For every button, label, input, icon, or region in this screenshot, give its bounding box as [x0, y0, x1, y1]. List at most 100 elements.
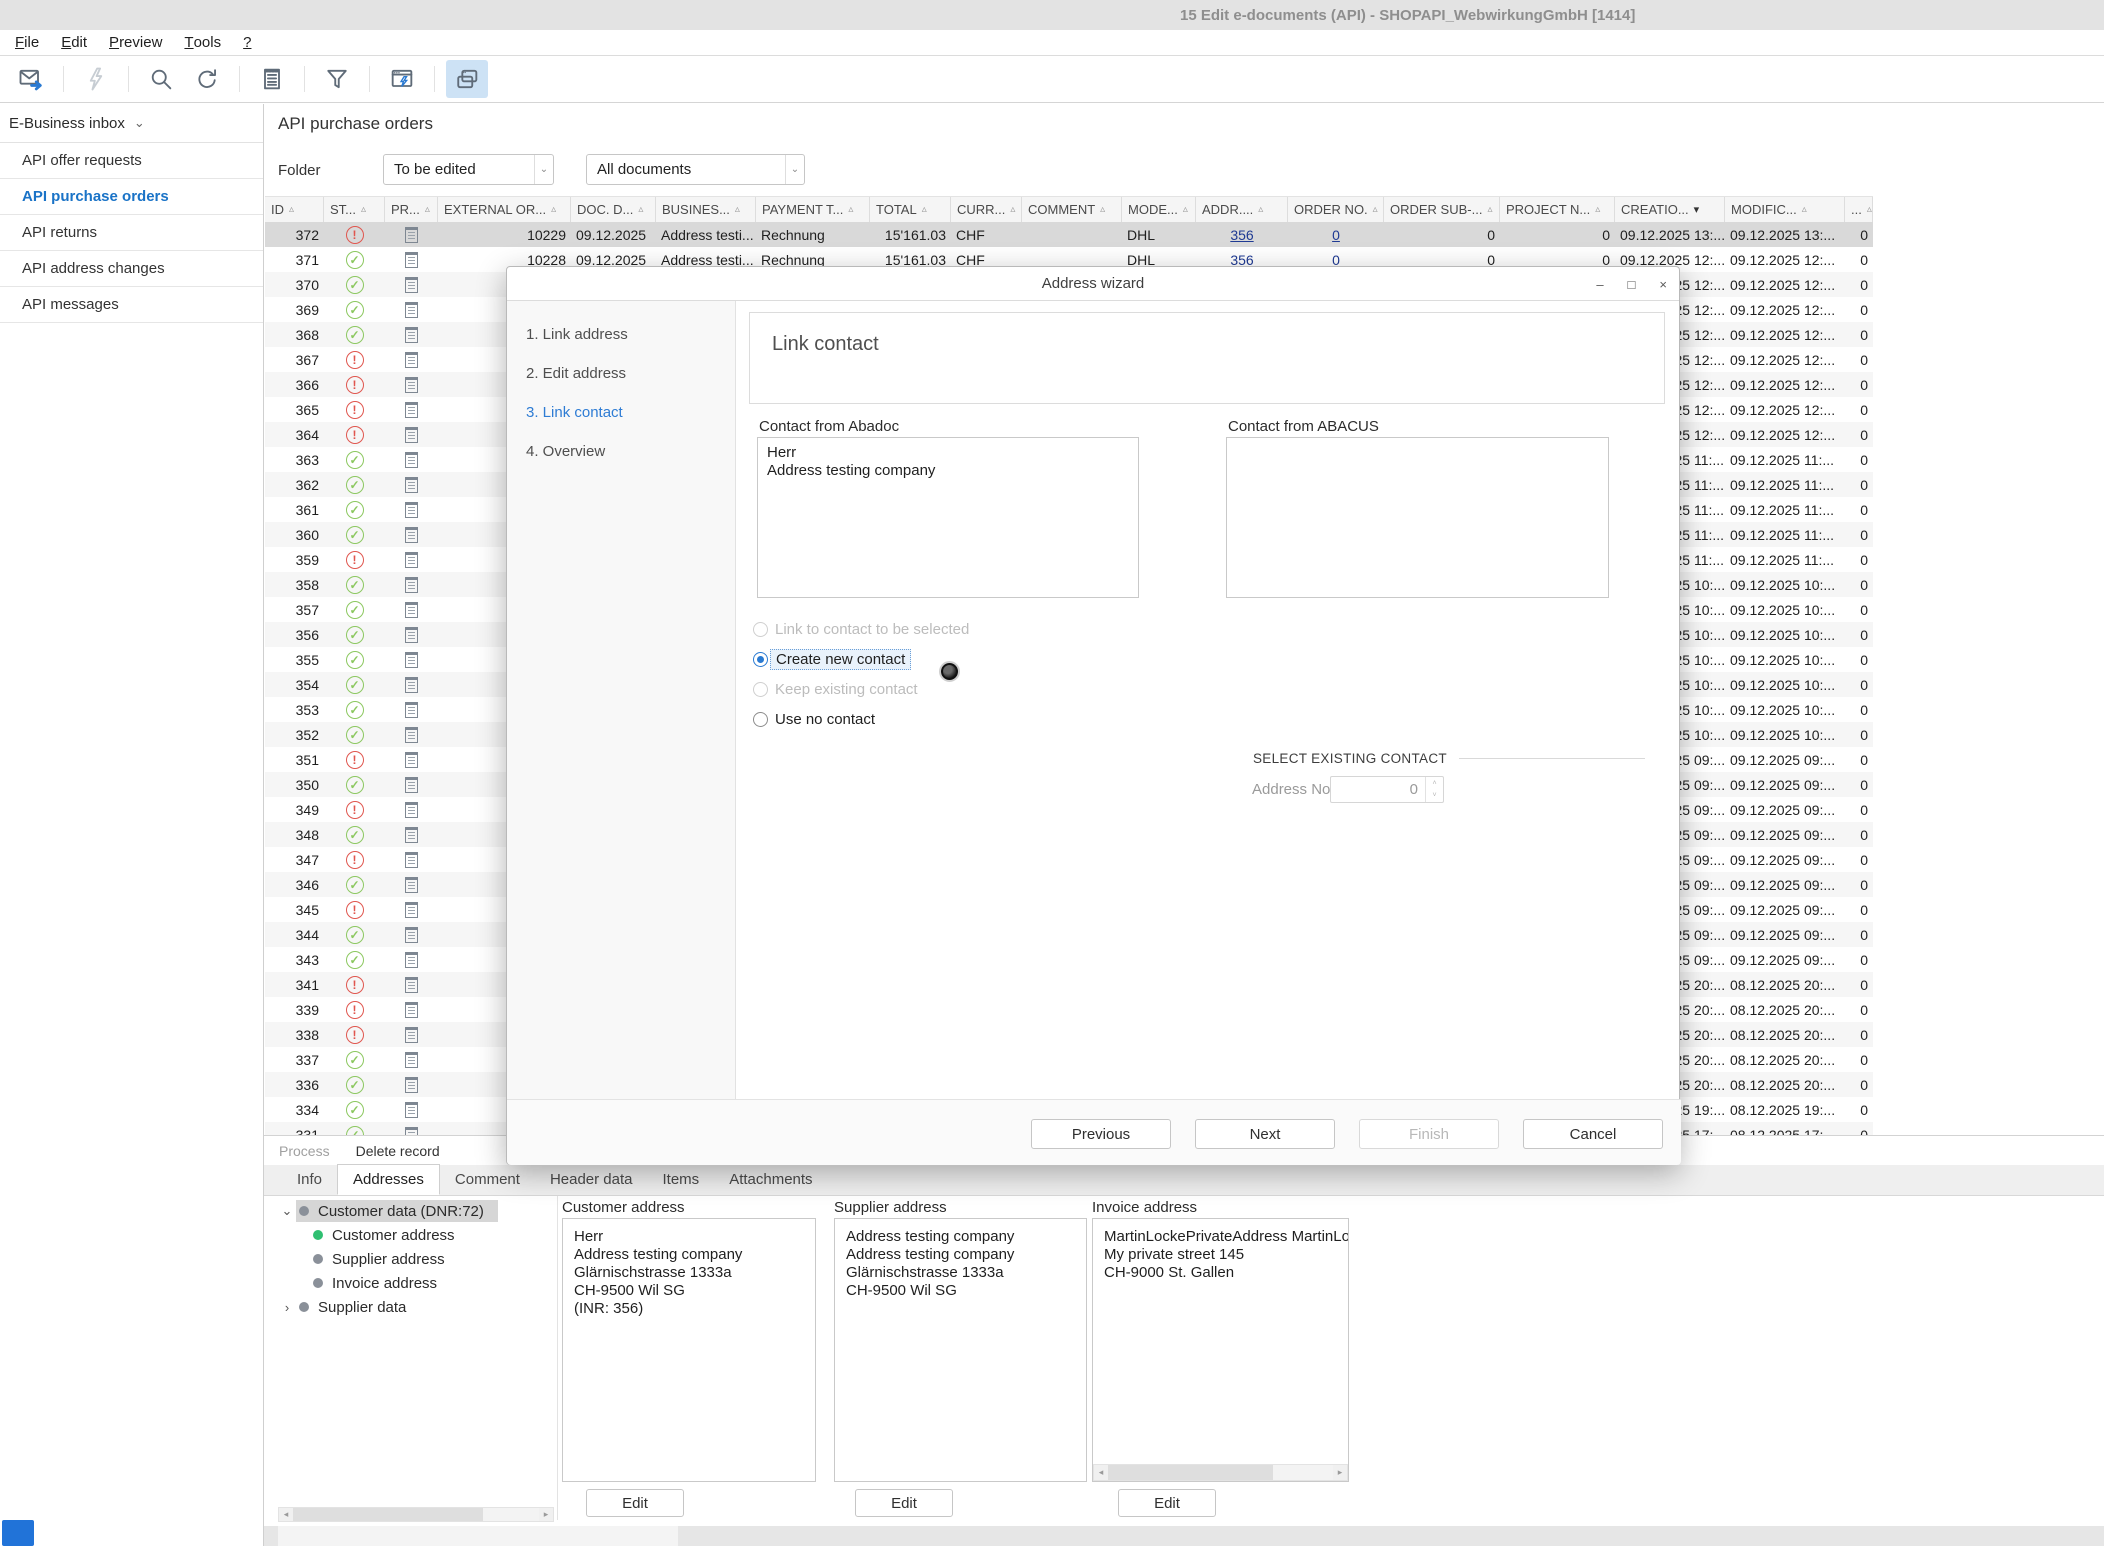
document-preview-icon[interactable]: [405, 276, 418, 293]
column-header-modified[interactable]: MODIFIC... ▵: [1725, 197, 1845, 222]
column-header-order_sub[interactable]: ORDER SUB-... ▵: [1384, 197, 1500, 222]
tab-header-data[interactable]: Header data: [535, 1164, 648, 1195]
sidebar-item-api-messages[interactable]: API messages: [0, 287, 263, 323]
document-preview-icon[interactable]: [405, 1126, 418, 1135]
tree-horizontal-scrollbar[interactable]: ◂ ▸: [278, 1507, 554, 1522]
window-bottom-scrollbar[interactable]: [264, 1526, 2104, 1546]
document-preview-icon[interactable]: [405, 601, 418, 618]
document-preview-icon[interactable]: [405, 626, 418, 643]
tab-info[interactable]: Info: [282, 1164, 337, 1195]
column-header-addr[interactable]: ADDR.... ▵: [1196, 197, 1288, 222]
contact-list-item[interactable]: Address testing company: [767, 462, 1129, 480]
customer-address-box[interactable]: Herr Address testing company Glärnischstra…: [562, 1218, 816, 1482]
delete-record-button[interactable]: Delete record: [356, 1143, 440, 1159]
menu-edit[interactable]: Edit: [50, 30, 98, 55]
document-preview-icon[interactable]: [405, 251, 418, 268]
tab-addresses[interactable]: Addresses: [337, 1164, 440, 1195]
document-preview-icon[interactable]: [405, 776, 418, 793]
document-preview-icon[interactable]: [405, 1101, 418, 1118]
document-preview-icon[interactable]: [405, 326, 418, 343]
document-preview-icon[interactable]: [405, 651, 418, 668]
document-preview-icon[interactable]: [405, 701, 418, 718]
document-preview-icon[interactable]: [405, 301, 418, 318]
chevron-down-icon[interactable]: ⌄: [278, 1203, 296, 1219]
document-preview-icon[interactable]: [405, 376, 418, 393]
column-header-business[interactable]: BUSINES... ▵: [656, 197, 756, 222]
abadoc-contact-list[interactable]: Herr Address testing company: [757, 437, 1139, 598]
column-header-id[interactable]: ID ▵: [265, 197, 324, 222]
scrollbar-thumb[interactable]: [278, 1526, 678, 1546]
table-row-372[interactable]: 372! 10229 09.12.2025 Address testi... Rechn…: [265, 222, 1873, 247]
sidebar-item-api-returns[interactable]: API returns: [0, 215, 263, 251]
document-preview-icon[interactable]: [405, 801, 418, 818]
window-lightning-icon-button[interactable]: [381, 60, 423, 98]
scroll-left-icon[interactable]: ◂: [1094, 1465, 1108, 1480]
column-header-mode[interactable]: MODE... ▵: [1122, 197, 1196, 222]
tree-node-customer-address[interactable]: Customer address: [278, 1223, 552, 1247]
document-preview-icon[interactable]: [405, 576, 418, 593]
folder-select[interactable]: To be edited ⌄: [383, 154, 554, 185]
column-header-comment[interactable]: COMMENT ▵: [1022, 197, 1122, 222]
supplier-edit-button[interactable]: Edit: [855, 1489, 953, 1517]
minimize-icon[interactable]: –: [1596, 277, 1603, 292]
document-preview-icon[interactable]: [405, 526, 418, 543]
sidebar-header[interactable]: E-Business inbox ⌄: [0, 104, 263, 143]
document-list-icon-button[interactable]: [251, 60, 293, 98]
sidebar-item-api-address-changes[interactable]: API address changes: [0, 251, 263, 287]
scroll-left-icon[interactable]: ◂: [279, 1508, 293, 1521]
tree-node-invoice-address[interactable]: Invoice address: [278, 1271, 552, 1295]
tree-node-customer-data-dnr-72-[interactable]: ⌄ Customer data (DNR:72): [278, 1199, 552, 1223]
document-preview-icon[interactable]: [405, 951, 418, 968]
wizard-step-1[interactable]: 1. Link address: [507, 315, 735, 354]
previous-button[interactable]: Previous: [1031, 1119, 1171, 1149]
document-preview-icon[interactable]: [405, 451, 418, 468]
cancel-button[interactable]: Cancel: [1523, 1119, 1663, 1149]
menu-preview[interactable]: Preview: [98, 30, 173, 55]
invoice-edit-button[interactable]: Edit: [1118, 1489, 1216, 1517]
documents-select[interactable]: All documents ⌄: [586, 154, 805, 185]
column-header-created[interactable]: CREATIO... ▾: [1615, 197, 1725, 222]
sidebar-item-api-purchase-orders[interactable]: API purchase orders: [0, 179, 263, 215]
close-icon[interactable]: ×: [1659, 277, 1667, 292]
document-preview-icon[interactable]: [405, 1051, 418, 1068]
column-header-order_no[interactable]: ORDER NO. ▵: [1288, 197, 1384, 222]
search-icon-button[interactable]: [140, 60, 182, 98]
document-preview-icon[interactable]: [405, 1026, 418, 1043]
customer-edit-button[interactable]: Edit: [586, 1489, 684, 1517]
document-preview-icon[interactable]: [405, 476, 418, 493]
send-mail-icon-button[interactable]: [10, 60, 52, 98]
next-button[interactable]: Next: [1195, 1119, 1335, 1149]
document-preview-icon[interactable]: [405, 976, 418, 993]
document-preview-icon[interactable]: [405, 876, 418, 893]
document-preview-icon[interactable]: [405, 851, 418, 868]
menu-file[interactable]: File: [4, 30, 50, 55]
order-link[interactable]: 0: [1332, 227, 1340, 243]
refresh-icon-button[interactable]: [186, 60, 228, 98]
column-header-payment[interactable]: PAYMENT T... ▵: [756, 197, 870, 222]
radio-use-no-contact[interactable]: Use no contact: [753, 711, 969, 728]
window-stack-icon-button[interactable]: [446, 60, 488, 98]
column-header-total[interactable]: TOTAL ▵: [870, 197, 951, 222]
document-preview-icon[interactable]: [405, 551, 418, 568]
supplier-address-box[interactable]: Address testing company Address testing c…: [834, 1218, 1087, 1482]
document-preview-icon[interactable]: [405, 1076, 418, 1093]
column-header-pr[interactable]: PR... ▵: [385, 197, 438, 222]
column-header-status[interactable]: ST... ▵: [324, 197, 385, 222]
document-preview-icon[interactable]: [405, 676, 418, 693]
contact-list-item[interactable]: Herr: [767, 444, 1129, 462]
scroll-right-icon[interactable]: ▸: [539, 1508, 553, 1521]
document-preview-icon[interactable]: [405, 726, 418, 743]
tree-node-supplier-data[interactable]: › Supplier data: [278, 1295, 552, 1319]
tree-node-supplier-address[interactable]: Supplier address: [278, 1247, 552, 1271]
document-preview-icon[interactable]: [405, 926, 418, 943]
maximize-icon[interactable]: □: [1628, 277, 1636, 292]
document-preview-icon[interactable]: [405, 501, 418, 518]
radio-create-new-contact[interactable]: Create new contact: [753, 649, 969, 670]
chevron-right-icon[interactable]: ›: [278, 1300, 296, 1315]
document-preview-icon[interactable]: [405, 401, 418, 418]
wizard-step-2[interactable]: 2. Edit address: [507, 354, 735, 393]
tab-comment[interactable]: Comment: [440, 1164, 535, 1195]
document-preview-icon[interactable]: [405, 1001, 418, 1018]
scrollbar-thumb[interactable]: [1108, 1465, 1273, 1480]
document-preview-icon[interactable]: [405, 351, 418, 368]
